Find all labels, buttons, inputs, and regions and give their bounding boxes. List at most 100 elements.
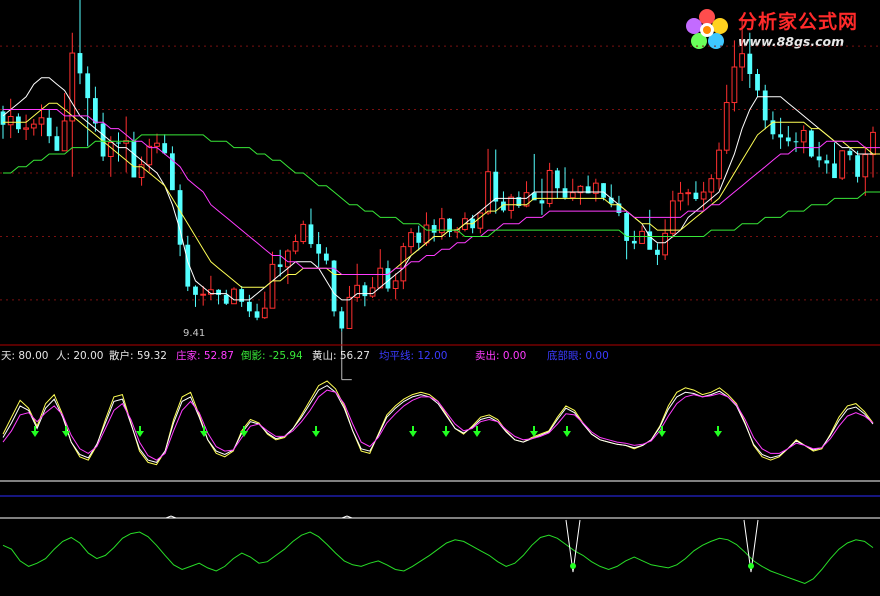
oscillator-line-0	[2, 380, 874, 466]
sell-arrow-icon	[240, 426, 248, 437]
candle-body-47	[362, 285, 368, 297]
candle-body-91	[700, 191, 707, 200]
candle-body-66	[508, 196, 515, 211]
candle-body-44	[339, 311, 345, 329]
sell-arrow-icon	[473, 426, 481, 437]
indicator-label: 倒影: -25.94	[241, 350, 303, 362]
candle-body-113	[870, 131, 876, 156]
candle-body-98	[755, 74, 760, 91]
candle-body-56	[431, 225, 437, 233]
candle-body-93	[716, 149, 722, 180]
candle-body-73	[562, 188, 568, 198]
candle-body-37	[284, 250, 291, 268]
low-price-label: 9.41	[183, 328, 206, 339]
candle-body-34	[261, 307, 268, 319]
sell-arrow-icon	[563, 426, 571, 437]
sell-arrow-icon	[312, 426, 320, 437]
candle-body-108	[832, 163, 837, 179]
candle-body-20	[154, 142, 160, 147]
candle-body-4	[30, 123, 37, 129]
candle-body-95	[731, 66, 738, 104]
sell-arrow-icon	[200, 426, 208, 437]
candle-body-41	[316, 244, 322, 254]
moving-average-line-1	[3, 102, 880, 288]
candle-body-74	[569, 192, 576, 199]
candle-body-10	[77, 53, 83, 74]
candle-body-92	[708, 178, 715, 193]
candle-body-111	[855, 155, 860, 177]
candle-body-102	[785, 137, 791, 142]
candle-body-36	[277, 264, 283, 267]
candle-body-9	[69, 52, 76, 122]
sell-arrow-icon	[442, 426, 450, 437]
candle-body-64	[493, 171, 499, 202]
candle-body-19	[146, 145, 153, 166]
candle-body-89	[685, 192, 692, 195]
candle-body-25	[193, 286, 198, 295]
stock-chart	[0, 0, 880, 585]
candle-body-112	[862, 154, 869, 178]
candle-body-40	[308, 224, 314, 245]
candle-body-53	[408, 232, 414, 248]
candle-body-63	[485, 171, 491, 214]
candle-body-96	[739, 53, 746, 68]
candle-body-62	[477, 212, 484, 229]
candle-body-103	[793, 141, 799, 143]
indicator-label: 黄山: 56.27	[312, 350, 370, 362]
candle-body-17	[131, 140, 137, 178]
candle-body-3	[23, 127, 29, 130]
bottom-indicator-line	[2, 531, 874, 585]
candle-body-5	[38, 117, 45, 125]
candle-body-78	[601, 183, 606, 198]
moving-average-line-2	[3, 109, 880, 275]
indicator-label: 卖出: 0.00	[475, 350, 527, 362]
candle-body-82	[631, 240, 637, 244]
candle-body-26	[200, 293, 207, 296]
candle-body-35	[269, 263, 276, 309]
candle-body-1	[7, 116, 14, 126]
candle-body-12	[93, 98, 98, 124]
sell-arrow-icon	[714, 426, 722, 437]
indicator-label: 天: 80.00	[1, 350, 49, 362]
candle-body-30	[231, 288, 237, 305]
candle-body-6	[46, 117, 52, 137]
candle-body-68	[523, 192, 530, 207]
indicator-label: 庄家: 52.87	[176, 350, 234, 362]
candle-body-72	[554, 170, 560, 189]
candle-body-51	[392, 280, 399, 289]
candle-body-11	[85, 73, 91, 99]
candle-body-70	[539, 200, 545, 204]
candle-body-50	[385, 268, 391, 289]
bottom-dot-1	[748, 563, 754, 569]
candle-body-38	[292, 241, 299, 252]
candle-body-49	[377, 267, 384, 289]
oscillator-line-1	[2, 385, 874, 463]
candle-body-32	[246, 301, 252, 312]
candle-body-109	[839, 150, 846, 179]
candle-body-85	[655, 249, 660, 255]
indicator-label: 底部眼: 0.00	[547, 350, 609, 362]
candle-body-88	[677, 192, 684, 202]
candle-body-105	[809, 130, 814, 157]
candle-body-8	[61, 120, 68, 152]
candle-body-90	[693, 192, 699, 200]
candle-body-97	[747, 53, 753, 74]
moving-average-line-0	[2, 77, 880, 301]
candle-body-0	[0, 111, 6, 125]
candle-body-99	[762, 90, 768, 121]
indicator-label: 均平线: 12.00	[379, 350, 448, 362]
candle-body-42	[323, 253, 329, 261]
sell-arrow-icon	[409, 426, 417, 437]
candle-body-15	[116, 142, 121, 144]
candle-body-45	[346, 296, 353, 329]
candle-body-107	[824, 160, 830, 164]
candle-body-29	[223, 294, 229, 304]
indicator-label: 人: 20.00	[56, 350, 104, 362]
oscillator-line-2	[2, 389, 874, 461]
candle-body-104	[800, 129, 807, 143]
bottom-dot-0	[570, 563, 576, 569]
candle-body-106	[816, 156, 822, 161]
candle-body-55	[423, 224, 430, 244]
candle-body-110	[847, 150, 853, 156]
candle-body-33	[254, 311, 260, 318]
